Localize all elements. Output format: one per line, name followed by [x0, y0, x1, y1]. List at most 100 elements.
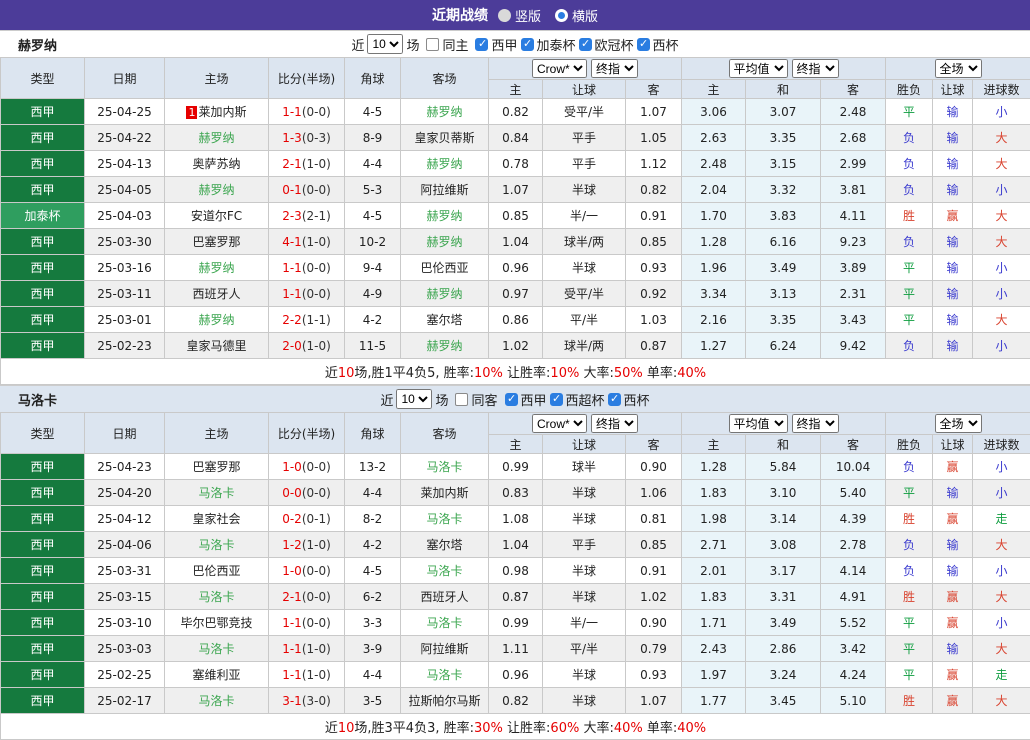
- away-team-name[interactable]: 赫罗纳: [426, 105, 462, 119]
- away-team-cell[interactable]: 马洛卡: [401, 454, 489, 480]
- league-checkbox-0[interactable]: [505, 393, 518, 406]
- away-team-name[interactable]: 拉斯帕尔马斯: [408, 694, 480, 708]
- radio-horizontal[interactable]: 横版: [555, 6, 598, 25]
- away-team-cell[interactable]: 马洛卡: [401, 610, 489, 636]
- home-team-cell[interactable]: 毕尔巴鄂竞技: [165, 610, 269, 636]
- home-team-name[interactable]: 赫罗纳: [198, 183, 234, 197]
- scope-select[interactable]: 全场: [935, 59, 982, 78]
- away-team-name[interactable]: 赫罗纳: [426, 235, 462, 249]
- away-team-name[interactable]: 塞尔塔: [426, 538, 462, 552]
- home-team-cell[interactable]: 巴塞罗那: [165, 229, 269, 255]
- home-team-cell[interactable]: 西班牙人: [165, 281, 269, 307]
- away-team-name[interactable]: 西班牙人: [420, 590, 468, 604]
- home-team-cell[interactable]: 皇家马德里: [165, 333, 269, 359]
- recent-count-select[interactable]: 10: [367, 34, 403, 54]
- home-team-name[interactable]: 巴伦西亚: [192, 564, 240, 578]
- away-team-name[interactable]: 马洛卡: [426, 616, 462, 630]
- away-team-name[interactable]: 赫罗纳: [426, 287, 462, 301]
- odds-provider-select[interactable]: Crow*: [532, 414, 587, 433]
- home-team-cell[interactable]: 赫罗纳: [165, 125, 269, 151]
- home-team-name[interactable]: 马洛卡: [198, 538, 234, 552]
- away-team-cell[interactable]: 莱加内斯: [401, 480, 489, 506]
- home-team-name[interactable]: 皇家马德里: [186, 339, 246, 353]
- home-team-name[interactable]: 赫罗纳: [198, 131, 234, 145]
- away-team-name[interactable]: 赫罗纳: [426, 157, 462, 171]
- home-team-name[interactable]: 巴塞罗那: [192, 235, 240, 249]
- away-team-name[interactable]: 马洛卡: [426, 512, 462, 526]
- away-team-name[interactable]: 马洛卡: [426, 460, 462, 474]
- away-team-cell[interactable]: 塞尔塔: [401, 307, 489, 333]
- away-team-cell[interactable]: 赫罗纳: [401, 151, 489, 177]
- home-team-name[interactable]: 赫罗纳: [198, 313, 234, 327]
- home-team-cell[interactable]: 巴塞罗那: [165, 454, 269, 480]
- away-team-cell[interactable]: 马洛卡: [401, 506, 489, 532]
- odds-stage-select[interactable]: 终指: [591, 59, 638, 78]
- away-team-cell[interactable]: 赫罗纳: [401, 281, 489, 307]
- avg-select[interactable]: 平均值: [729, 59, 788, 78]
- avg-stage-select[interactable]: 终指: [792, 414, 839, 433]
- away-team-name[interactable]: 马洛卡: [426, 564, 462, 578]
- away-team-cell[interactable]: 皇家贝蒂斯: [401, 125, 489, 151]
- home-team-name[interactable]: 西班牙人: [192, 287, 240, 301]
- home-team-name[interactable]: 安道尔FC: [191, 209, 242, 223]
- away-team-name[interactable]: 塞尔塔: [426, 313, 462, 327]
- away-team-name[interactable]: 赫罗纳: [426, 209, 462, 223]
- away-team-name[interactable]: 马洛卡: [426, 668, 462, 682]
- away-team-cell[interactable]: 巴伦西亚: [401, 255, 489, 281]
- home-team-name[interactable]: 马洛卡: [198, 642, 234, 656]
- league-checkbox-0[interactable]: [475, 38, 488, 51]
- away-team-name[interactable]: 阿拉维斯: [420, 183, 468, 197]
- home-team-cell[interactable]: 马洛卡: [165, 688, 269, 714]
- home-team-cell[interactable]: 赫罗纳: [165, 255, 269, 281]
- avg-select[interactable]: 平均值: [729, 414, 788, 433]
- avg-stage-select[interactable]: 终指: [792, 59, 839, 78]
- league-checkbox-2[interactable]: [608, 393, 621, 406]
- scope-select[interactable]: 全场: [935, 414, 982, 433]
- radio-horizontal-icon[interactable]: [555, 9, 568, 22]
- away-team-cell[interactable]: 阿拉维斯: [401, 177, 489, 203]
- home-team-name[interactable]: 奥萨苏纳: [192, 157, 240, 171]
- recent-count-select[interactable]: 10: [396, 389, 432, 409]
- home-team-name[interactable]: 皇家社会: [192, 512, 240, 526]
- away-team-cell[interactable]: 赫罗纳: [401, 333, 489, 359]
- home-team-cell[interactable]: 马洛卡: [165, 636, 269, 662]
- home-team-name[interactable]: 马洛卡: [198, 694, 234, 708]
- league-checkbox-1[interactable]: [521, 38, 534, 51]
- same-venue-checkbox[interactable]: [426, 38, 439, 51]
- home-team-name[interactable]: 莱加内斯: [198, 105, 246, 119]
- away-team-cell[interactable]: 马洛卡: [401, 558, 489, 584]
- away-team-cell[interactable]: 马洛卡: [401, 662, 489, 688]
- home-team-name[interactable]: 毕尔巴鄂竞技: [180, 616, 252, 630]
- away-team-name[interactable]: 赫罗纳: [426, 339, 462, 353]
- home-team-cell[interactable]: 奥萨苏纳: [165, 151, 269, 177]
- away-team-cell[interactable]: 赫罗纳: [401, 203, 489, 229]
- home-team-cell[interactable]: 马洛卡: [165, 532, 269, 558]
- home-team-cell[interactable]: 1莱加内斯: [165, 99, 269, 125]
- league-checkbox-3[interactable]: [637, 38, 650, 51]
- league-checkbox-2[interactable]: [579, 38, 592, 51]
- same-venue-checkbox[interactable]: [455, 393, 468, 406]
- home-team-cell[interactable]: 塞维利亚: [165, 662, 269, 688]
- odds-provider-select[interactable]: Crow*: [532, 59, 587, 78]
- away-team-name[interactable]: 莱加内斯: [420, 486, 468, 500]
- radio-vertical[interactable]: 竖版: [498, 6, 541, 25]
- home-team-cell[interactable]: 马洛卡: [165, 584, 269, 610]
- away-team-name[interactable]: 皇家贝蒂斯: [414, 131, 474, 145]
- home-team-cell[interactable]: 赫罗纳: [165, 307, 269, 333]
- home-team-cell[interactable]: 马洛卡: [165, 480, 269, 506]
- home-team-cell[interactable]: 赫罗纳: [165, 177, 269, 203]
- odds-stage-select[interactable]: 终指: [591, 414, 638, 433]
- home-team-name[interactable]: 马洛卡: [198, 590, 234, 604]
- radio-vertical-icon[interactable]: [498, 9, 511, 22]
- away-team-cell[interactable]: 拉斯帕尔马斯: [401, 688, 489, 714]
- away-team-cell[interactable]: 塞尔塔: [401, 532, 489, 558]
- away-team-cell[interactable]: 阿拉维斯: [401, 636, 489, 662]
- away-team-name[interactable]: 阿拉维斯: [420, 642, 468, 656]
- home-team-name[interactable]: 塞维利亚: [192, 668, 240, 682]
- away-team-cell[interactable]: 赫罗纳: [401, 99, 489, 125]
- home-team-cell[interactable]: 皇家社会: [165, 506, 269, 532]
- away-team-cell[interactable]: 赫罗纳: [401, 229, 489, 255]
- home-team-name[interactable]: 巴塞罗那: [192, 460, 240, 474]
- home-team-cell[interactable]: 安道尔FC: [165, 203, 269, 229]
- home-team-name[interactable]: 马洛卡: [198, 486, 234, 500]
